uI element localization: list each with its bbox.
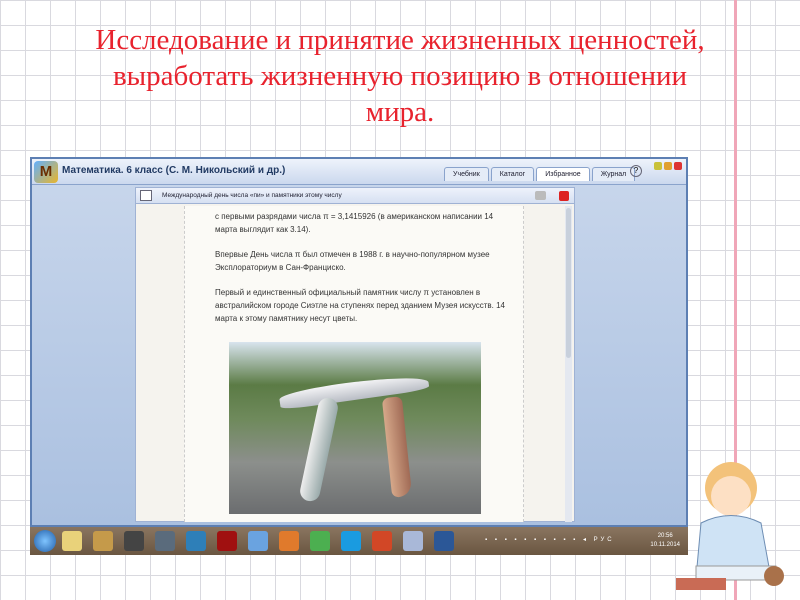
face [711,476,751,516]
document-text: с первыми разрядами числа π = 3,1415926 … [215,210,515,337]
system-tray[interactable]: ▪ ▪ ▪ ▪ ▪ ▪ ▪ ▪ ▪ ▪ ◂ РУС [485,536,615,543]
slide-title: Исследование и принятие жизненных ценнос… [40,22,760,130]
taskbar-app-app4[interactable] [155,531,175,551]
scrollbar[interactable] [565,206,572,522]
taskbar-app-power[interactable] [217,531,237,551]
document-panel: Международный день числа «пи» и памятник… [135,187,575,522]
taskbar: ▪ ▪ ▪ ▪ ▪ ▪ ▪ ▪ ▪ ▪ ◂ РУС 20:56 10.11.201… [30,527,688,555]
start-button[interactable] [34,530,56,552]
tab-journal[interactable]: Журнал [591,167,636,181]
taskbar-app-audio[interactable] [248,531,268,551]
taskbar-app-app12[interactable] [403,531,423,551]
scrollbar-thumb[interactable] [566,208,571,358]
taskbar-app-word[interactable] [434,531,454,551]
taskbar-app-powerpoint[interactable] [372,531,392,551]
teddy-bear [764,566,784,586]
pi-sculpture-left-leg [298,396,340,503]
cartoon-child-illustration [676,462,784,590]
taskbar-app-chrome[interactable] [310,531,330,551]
close-button[interactable] [674,162,682,170]
taskbar-app-skype[interactable] [341,531,361,551]
taskbar-app-app5[interactable] [186,531,206,551]
language-indicator[interactable]: РУС [594,537,615,543]
minimize-button[interactable] [654,162,662,170]
tab-bar: Учебник Каталог Избранное Журнал [444,167,636,181]
app-logo: М [34,161,58,183]
tab-catalog[interactable]: Каталог [490,167,535,181]
app-title: Математика. 6 класс (С. М. Никольский и … [62,165,286,176]
app-header: М Математика. 6 класс (С. М. Никольский … [32,159,686,185]
paragraph: Впервые День числа π был отмечен в 1988 … [215,250,490,272]
pi-sculpture-top [278,371,430,411]
app-window: М Математика. 6 класс (С. М. Никольский … [30,157,688,527]
tab-favorites[interactable]: Избранное [536,167,590,181]
tab-textbook[interactable]: Учебник [444,167,489,181]
paragraph: с первыми разрядами числа π = 3,1415926 … [215,212,494,234]
mug [676,578,726,590]
paragraph: Первый и единственный официальный памятн… [215,288,505,323]
title-line: Исследование и принятие жизненных ценнос… [95,24,705,56]
title-line: выработать жизненную позицию в отношении [112,60,688,92]
maximize-button[interactable] [664,162,672,170]
document-title: Международный день числа «пи» и памятник… [162,192,342,199]
taskbar-app-speaker-app[interactable] [124,531,144,551]
book-icon [140,190,152,201]
title-line: мира. [365,96,435,128]
close-document-button[interactable] [559,191,569,201]
book [695,565,777,581]
taskbar-app-explorer[interactable] [62,531,82,551]
help-button[interactable]: ? [630,165,642,177]
taskbar-app-app2[interactable] [93,531,113,551]
document-header: Международный день числа «пи» и памятник… [136,188,574,204]
pi-sculpture-right-leg [381,396,413,498]
taskbar-app-app8[interactable] [279,531,299,551]
pi-monument-photo [229,342,481,514]
print-icon[interactable] [535,191,546,200]
